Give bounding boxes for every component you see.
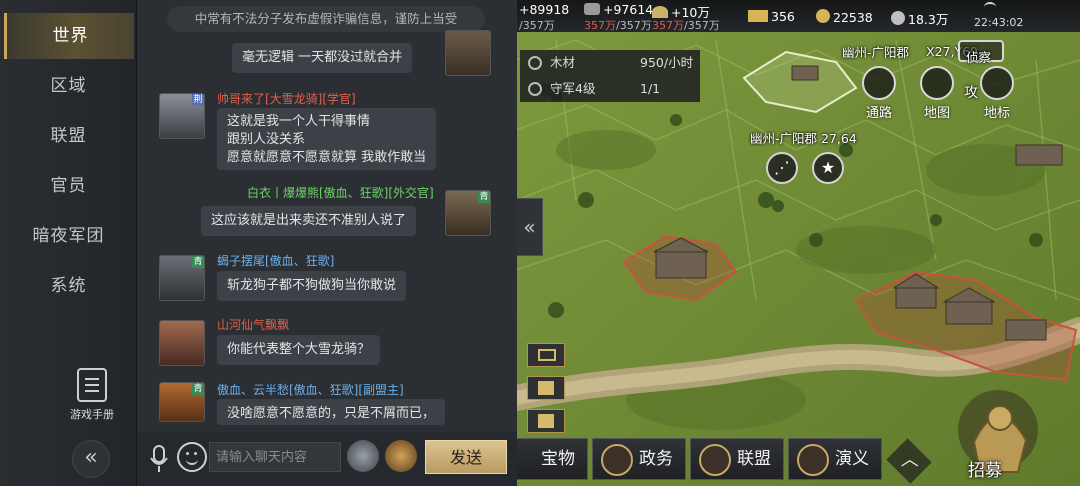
- collapse-chat-button[interactable]: «: [517, 198, 543, 256]
- city-label[interactable]: 幽州-广阳郡 27,64: [750, 128, 857, 147]
- resource-bar: +89918 /357万 +97614 357万/357万 +10万 357万/…: [516, 0, 1080, 32]
- nav-alliance[interactable]: 联盟: [690, 438, 784, 480]
- book-map-icon: [920, 66, 954, 100]
- affairs-icon: [601, 444, 633, 476]
- jade-icon: [891, 11, 905, 25]
- general-portrait-icon: [958, 390, 1038, 473]
- chat-input-bar: 发送: [137, 432, 517, 486]
- game-manual-button[interactable]: 游戏手册: [52, 368, 132, 422]
- share-icon: ⋰: [774, 158, 790, 177]
- avatar[interactable]: [445, 30, 491, 76]
- nav-affairs[interactable]: 政务: [592, 438, 686, 480]
- chat-bubble: 斩龙狗子都不狗做狗当你敢说: [217, 271, 407, 301]
- tile-info-panel: 木材 950/小时 守军4级 1/1: [520, 50, 700, 102]
- nav-story[interactable]: 演义: [788, 438, 882, 480]
- chat-bubble: 毫无逻辑 一天都没过就合并: [232, 43, 413, 73]
- gift-bag-icon[interactable]: [385, 440, 417, 472]
- tab-officials[interactable]: 官员: [0, 163, 137, 209]
- map-button[interactable]: 地图: [914, 66, 960, 121]
- emoji-icon[interactable]: [177, 442, 207, 472]
- alliance-icon: [699, 444, 731, 476]
- road-button[interactable]: 通路: [856, 66, 902, 121]
- nav-treasure[interactable]: 宝物: [514, 438, 588, 480]
- sender-name[interactable]: 蝎子摆尾[傲血、狂歌]: [217, 252, 334, 269]
- book-icon: [77, 368, 107, 402]
- task-button[interactable]: [527, 409, 565, 433]
- marker-button[interactable]: 地标: [974, 66, 1020, 121]
- sender-name[interactable]: 帅哥来了[大雪龙骑][学官]: [217, 90, 356, 107]
- coin-icon: [816, 9, 830, 23]
- scroll-button[interactable]: [527, 376, 565, 400]
- star-icon: ★: [820, 158, 836, 177]
- chat-bubble: 没啥愿意不愿意的，只是不屑而已，: [217, 399, 446, 425]
- eye-icon: [862, 66, 896, 100]
- scout-label: 侦察: [966, 50, 992, 65]
- share-button[interactable]: ⋰: [766, 152, 798, 184]
- horn-icon[interactable]: [347, 440, 379, 472]
- shield-icon: [528, 82, 542, 96]
- favorite-button[interactable]: ★: [812, 152, 844, 184]
- resource-3: +10万 357万/357万: [652, 5, 720, 32]
- mail-icon: [538, 349, 556, 361]
- tile-info-wood: 木材 950/小时: [520, 50, 700, 76]
- copper-counter[interactable]: 22538: [816, 9, 873, 25]
- task-icon: [538, 414, 554, 428]
- sender-name[interactable]: 山河仙气飘飘: [217, 316, 289, 333]
- send-button[interactable]: 发送: [425, 440, 507, 474]
- chat-bubble: 这应该就是出来卖还不准别人说了: [201, 206, 417, 236]
- channel-sidebar: 世界 区域 联盟 官员 暗夜军团 系统 游戏手册 «: [0, 0, 137, 486]
- chat-bubble: 这就是我一个人干得事情 跟别人没关系 愿意就愿意不愿意就算 我敢作敢当: [217, 108, 437, 170]
- tab-alliance[interactable]: 联盟: [0, 113, 137, 159]
- jade-counter[interactable]: 18.3万: [891, 9, 948, 28]
- microphone-icon[interactable]: [149, 444, 169, 474]
- tab-system[interactable]: 系统: [0, 263, 137, 309]
- wood-icon: [528, 56, 542, 70]
- resource-1: +89918 /357万: [519, 2, 570, 32]
- tab-region[interactable]: 区域: [0, 63, 137, 109]
- gold-bar-icon: [748, 10, 768, 22]
- location-pin-icon: [980, 66, 1014, 100]
- tile-info-garrison: 守军4级 1/1: [520, 76, 700, 102]
- resource-2: +97614 357万/357万: [584, 2, 654, 32]
- gold-counter[interactable]: 356: [748, 9, 795, 24]
- wifi-icon: [984, 2, 996, 12]
- chat-bubble: 你能代表整个大雪龙骑？: [217, 335, 381, 365]
- clock: 22:43:02: [974, 16, 1024, 29]
- sender-name[interactable]: 傲血、云半愁[傲血、狂歌][副盟主]: [217, 381, 404, 398]
- story-icon: [797, 444, 829, 476]
- tab-dark-legion[interactable]: 暗夜军团: [0, 213, 137, 259]
- tab-world[interactable]: 世界: [4, 13, 134, 59]
- avatar[interactable]: 荆: [159, 93, 205, 139]
- chevron-up-icon: ︿: [900, 449, 919, 471]
- chat-input[interactable]: [209, 442, 341, 472]
- region-label: 幽州-广阳郡: [842, 45, 910, 60]
- avatar[interactable]: 青: [159, 255, 205, 301]
- chat-panel: 中常有不法分子发布虚假诈骗信息，谨防上当受 毫无逻辑 一天都没过就合并 荆 帅哥…: [137, 0, 517, 486]
- mail-button[interactable]: [527, 343, 565, 367]
- stone-icon: [584, 3, 600, 15]
- scroll-icon: [538, 381, 554, 395]
- sender-name[interactable]: 白衣丨爆爆熊[傲血、狂歌][外交官]: [247, 184, 434, 201]
- scam-notice: 中常有不法分子发布虚假诈骗信息，谨防上当受: [167, 6, 485, 32]
- avatar[interactable]: [159, 320, 205, 366]
- avatar[interactable]: 青: [159, 382, 205, 422]
- avatar[interactable]: 青: [445, 190, 491, 236]
- collapse-sidebar-button[interactable]: «: [72, 440, 110, 478]
- recruit-button[interactable]: 招募: [934, 382, 1080, 486]
